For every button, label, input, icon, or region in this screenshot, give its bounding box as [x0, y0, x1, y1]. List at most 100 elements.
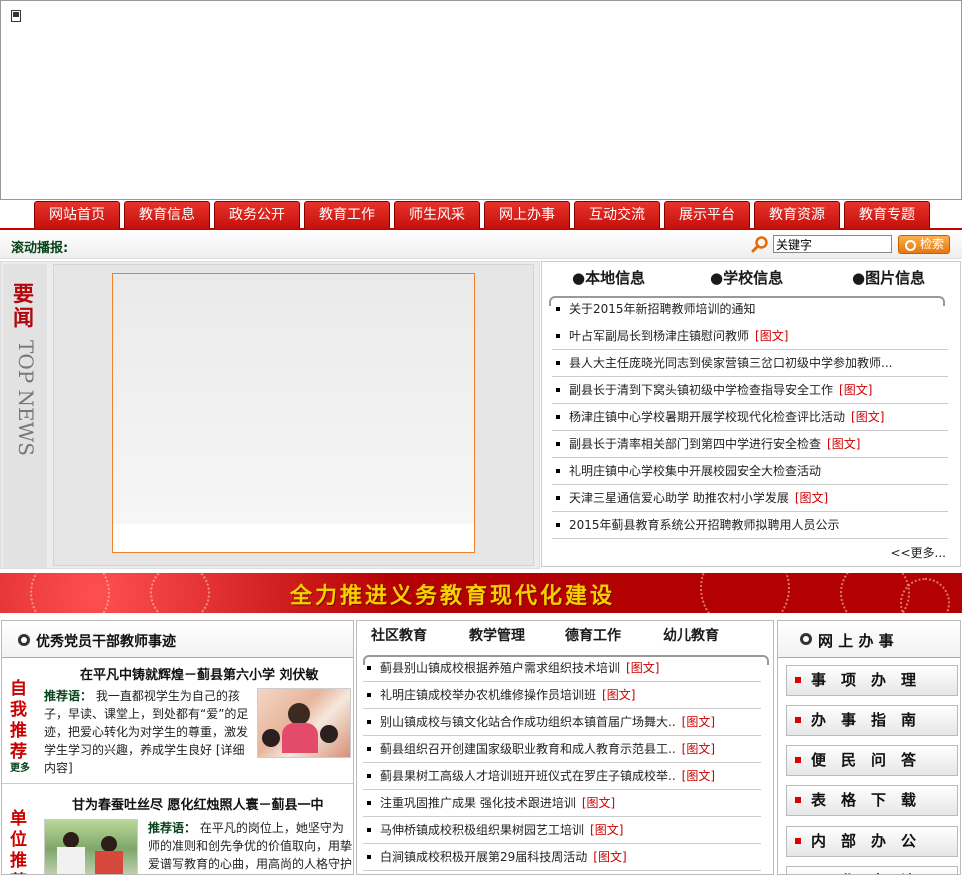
more-link[interactable]: 更多	[10, 759, 30, 774]
service-faq[interactable]: 便民问答	[786, 745, 958, 776]
list-item[interactable]: 马伸桥镇成校积极组织果树园艺工培训 [图文]	[363, 817, 761, 844]
top-news-title-cn: 要闻	[13, 281, 34, 330]
list-item[interactable]: 蓟县果树工高级人才培训班开班仪式在罗庄子镇成校举.. [图文]	[363, 763, 761, 790]
list-item[interactable]: 副县长于清到下窝头镇初级中学检查指导安全工作 [图文]	[552, 377, 948, 404]
list-item[interactable]: 县人大主任庞晓光同志到侯家营镇三岔口初级中学参加教师...	[552, 350, 948, 377]
more-link[interactable]: <<更多...	[890, 544, 946, 561]
photo-tag: [图文]	[681, 715, 716, 729]
promo-banner[interactable]: 全力推进义务教育现代化建设	[0, 573, 962, 613]
news-link[interactable]: 关于2015年新招聘教师培训的通知	[569, 302, 756, 316]
service-internal-office[interactable]: 内部办公	[786, 826, 958, 857]
slideshow-frame[interactable]	[112, 273, 475, 553]
news-link[interactable]: 马伸桥镇成校积极组织果树园艺工培训	[380, 823, 584, 837]
story-body: 推荐语： 在平凡的岗位上，她坚守为师的准则和创先争优的价值取向，用挚爱谱写教育的…	[148, 819, 352, 874]
news-link[interactable]: 礼明庄镇中心学校集中开展校园安全大检查活动	[569, 464, 821, 478]
news-link[interactable]: 杨津庄镇中心学校暑期开展学校现代化检查评比活动	[569, 410, 845, 424]
story-title[interactable]: 在平凡中铸就辉煌－蓟县第六小学 刘伏敏	[80, 664, 319, 683]
news-link[interactable]: 蓟县组织召开创建国家级职业教育和成人教育示范县工..	[380, 742, 676, 756]
list-item[interactable]: 蓟县别山镇成校根据养殖户需求组织技术培训 [图文]	[363, 655, 761, 682]
nav-education-work[interactable]: 教育工作	[304, 201, 390, 229]
photo-tag: [图文]	[851, 410, 885, 424]
main-nav: 网站首页 教育信息 政务公开 教育工作 师生风采 网上办事 互动交流 展示平台 …	[0, 200, 962, 230]
photo-tag: [图文]	[590, 823, 624, 837]
list-item[interactable]: 杨津庄镇中心学校暑期开展学校现代化检查评比活动 [图文]	[552, 404, 948, 431]
broken-image-icon	[11, 10, 21, 22]
circle-bullet-icon	[18, 634, 30, 646]
teacher-photo[interactable]	[257, 688, 351, 758]
nav-showcase[interactable]: 展示平台	[664, 201, 750, 229]
search-input[interactable]	[773, 235, 892, 253]
tab-local-info[interactable]: ●本地信息	[572, 267, 645, 288]
firework-decoration	[900, 578, 950, 613]
online-services-panel: 网 上 办 事 事项办理 办事指南 便民问答 表格下载 内部办公 工作交流	[777, 620, 961, 875]
news-link[interactable]: 县人大主任庞晓光同志到侯家营镇三岔口初级中学参加教师...	[569, 356, 892, 370]
news-link[interactable]: 蓟县别山镇成校根据养殖户需求组织技术培训	[380, 661, 620, 675]
news-link[interactable]: 蓟县果树工高级人才培训班开班仪式在罗庄子镇成校举..	[380, 769, 676, 783]
news-link[interactable]: 注重巩固推广成果 强化技术跟进培训	[380, 796, 576, 810]
panel-title: 优秀党员干部教师事迹	[36, 634, 176, 650]
photo-tag: [图文]	[626, 661, 660, 675]
service-forms-download[interactable]: 表格下载	[786, 785, 958, 816]
list-item[interactable]: 2015年蓟县教育系统公开招聘教师拟聘用人员公示	[552, 512, 948, 539]
tab-school-info[interactable]: ●学校信息	[710, 267, 783, 288]
nav-home[interactable]: 网站首页	[34, 201, 120, 229]
photo-tag: [图文]	[827, 437, 861, 451]
top-news-sidebar: 要闻 TOP NEWS	[3, 264, 47, 568]
list-item[interactable]: 别山镇成校与镇文化站合作成功组织本镇首届广场舞大.. [图文]	[363, 709, 761, 736]
list-item[interactable]: 礼明庄镇成校举办农机维修操作员培训班 [图文]	[363, 682, 761, 709]
news-link[interactable]: 白涧镇成校积极开展第29届科技周活动	[380, 850, 587, 864]
list-item[interactable]: 注重巩固推广成果 强化技术跟进培训 [图文]	[363, 790, 761, 817]
news-link[interactable]: 别山镇成校与镇文化站合作成功组织本镇首届广场舞大..	[380, 715, 676, 729]
firework-decoration	[700, 573, 790, 613]
magnifier-icon	[751, 236, 768, 253]
nav-education-info[interactable]: 教育信息	[124, 201, 210, 229]
news-link[interactable]: 礼明庄镇成校举办农机维修操作员培训班	[380, 688, 596, 702]
service-item-handling[interactable]: 事项办理	[786, 665, 958, 696]
service-guide[interactable]: 办事指南	[786, 705, 958, 736]
list-item[interactable]: 副县长于清率相关部门到第四中学进行安全检查 [图文]	[552, 431, 948, 458]
list-item[interactable]: 白涧镇成校积极开展第29届科技周活动 [图文]	[363, 844, 761, 871]
firework-decoration	[150, 573, 210, 613]
photo-tag: [图文]	[602, 688, 636, 702]
excellent-teachers-panel: 优秀党员干部教师事迹 自我推荐 更多 在平凡中铸就辉煌－蓟县第六小学 刘伏敏 推…	[1, 620, 354, 875]
list-item[interactable]: 礼明庄镇中心学校集中开展校园安全大检查活动	[552, 458, 948, 485]
list-item[interactable]: 关于2015年新招聘教师培训的通知	[552, 296, 948, 323]
teacher-photo[interactable]	[44, 819, 138, 874]
list-item[interactable]: 叶占军副局长到杨津庄镇慰问教师 [图文]	[552, 323, 948, 350]
tab-preschool-education[interactable]: 幼儿教育	[663, 625, 719, 645]
firework-decoration	[30, 573, 110, 613]
news-link[interactable]: 副县长于清率相关部门到第四中学进行安全检查	[569, 437, 821, 451]
list-item[interactable]: 天津三星通信爱心助学 助推农村小学发展 [图文]	[552, 485, 948, 512]
local-info-tabs: ●本地信息 ●学校信息 ●图片信息	[542, 262, 960, 290]
nav-interaction[interactable]: 互动交流	[574, 201, 660, 229]
slideshow-area	[53, 264, 534, 566]
story-body: 推荐语： 我一直都视学生为自己的孩子，早读、课堂上，到处都有“爱”的足迹，把爱心…	[44, 687, 254, 779]
circle-bullet-icon	[800, 633, 812, 645]
nav-topics[interactable]: 教育专题	[844, 201, 930, 229]
news-link[interactable]: 2015年蓟县教育系统公开招聘教师拟聘用人员公示	[569, 518, 840, 532]
service-work-exchange[interactable]: 工作交流	[786, 866, 958, 874]
news-link[interactable]: 叶占军副局长到杨津庄镇慰问教师	[569, 329, 749, 343]
news-link[interactable]: 副县长于清到下窝头镇初级中学检查指导安全工作	[569, 383, 833, 397]
search-button[interactable]: 检索	[898, 235, 950, 254]
tab-community-education[interactable]: 社区教育	[371, 625, 427, 645]
tab-moral-education[interactable]: 德育工作	[565, 625, 621, 645]
nav-teachers-students[interactable]: 师生风采	[394, 201, 480, 229]
news-link[interactable]: 天津三星通信爱心助学 助推农村小学发展	[569, 491, 789, 505]
nav-government-affairs[interactable]: 政务公开	[214, 201, 300, 229]
photo-tag: [图文]	[593, 850, 627, 864]
top-news-panel: 要闻 TOP NEWS	[0, 261, 540, 569]
nav-resources[interactable]: 教育资源	[754, 201, 840, 229]
scroll-broadcast-label: 滚动播报:	[11, 241, 69, 256]
photo-tag: [图文]	[681, 769, 716, 783]
photo-tag: [图文]	[794, 491, 829, 505]
photo-tag: [图文]	[681, 742, 716, 756]
self-recommend-label: 自我推荐	[10, 679, 27, 762]
panel-header: 网 上 办 事	[778, 621, 960, 658]
story-title[interactable]: 甘为春蚕吐丝尽 愿化红烛照人寰－蓟县一中	[72, 794, 324, 813]
tab-teaching-management[interactable]: 教学管理	[469, 625, 525, 645]
tab-photo-info[interactable]: ●图片信息	[852, 267, 925, 288]
list-item[interactable]: 蓟县组织召开创建国家级职业教育和成人教育示范县工.. [图文]	[363, 736, 761, 763]
community-education-panel: 社区教育 教学管理 德育工作 幼儿教育 蓟县别山镇成校根据养殖户需求组织技术培训…	[356, 620, 774, 875]
nav-online-services[interactable]: 网上办事	[484, 201, 570, 229]
